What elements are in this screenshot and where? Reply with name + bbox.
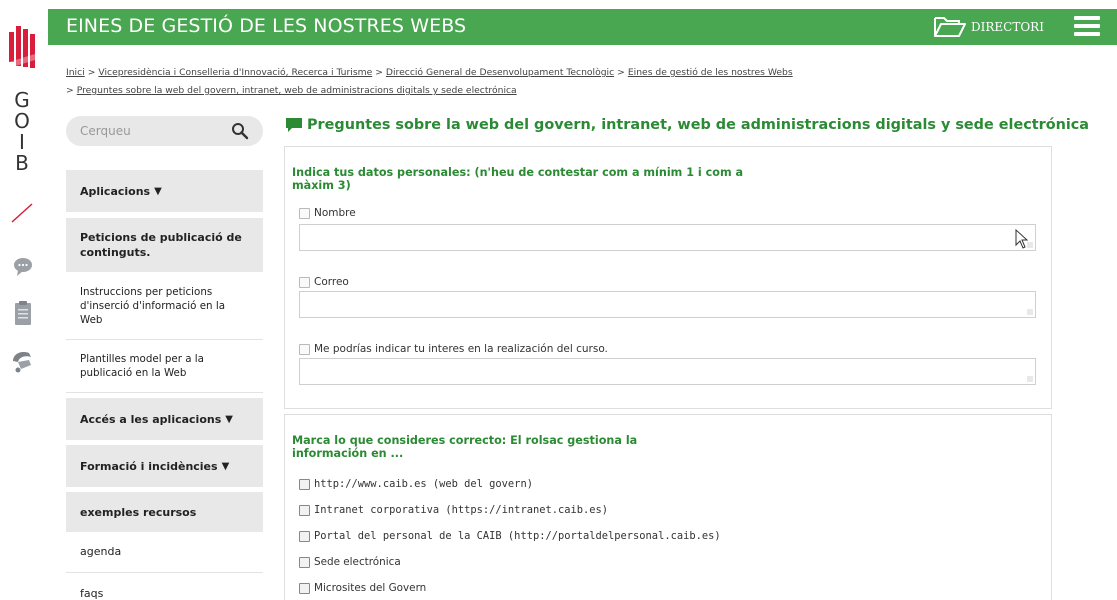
resize-handle-icon[interactable] <box>1027 309 1033 315</box>
panel-title: Marca lo que consideres correcto: El rol… <box>292 434 638 460</box>
mouse-cursor-icon <box>1015 229 1029 249</box>
option-label: Microsites del Govern <box>314 582 427 594</box>
breadcrumb-separator: > <box>87 67 96 78</box>
caret-down-icon: ▼ <box>225 413 233 425</box>
sidebar-item-label: Accés a les aplicacions <box>80 412 222 426</box>
option-checkbox[interactable] <box>299 556 310 568</box>
sidebar-item-faqs[interactable]: faqs <box>66 573 263 600</box>
sidebar-item-formacio[interactable]: Formació i incidències ▼ <box>66 445 263 487</box>
page-title: Preguntes sobre la web del govern, intra… <box>285 117 1089 133</box>
sidebar-item-aplicacions[interactable]: Aplicacions ▼ <box>66 170 263 212</box>
directory-label: DIRECTORI <box>971 20 1044 34</box>
interes-checkbox[interactable] <box>299 343 310 355</box>
breadcrumb-link-direccio[interactable]: Direcció General de Desenvolupament Tecn… <box>386 67 614 78</box>
option-checkbox[interactable] <box>299 582 310 594</box>
correo-textarea[interactable] <box>299 291 1036 318</box>
breadcrumb-separator: > <box>617 67 625 78</box>
nombre-field-label[interactable]: Nombre <box>299 207 356 219</box>
accessibility-icon[interactable] <box>9 347 37 375</box>
sidebar-item-label: exemples recursos <box>80 505 197 519</box>
goib-letter: G <box>14 88 30 112</box>
goib-letter: I <box>19 130 25 154</box>
breadcrumb-link-home[interactable]: Inici <box>66 67 85 78</box>
option-caib-web[interactable]: http://www.caib.es (web del govern) <box>299 478 533 490</box>
sidebar-item-plantilles[interactable]: Plantilles model per a la publicació en … <box>66 340 263 393</box>
option-portal-personal[interactable]: Portal del personal de la CAIB (http://p… <box>299 530 721 542</box>
field-label-text: Nombre <box>314 207 356 219</box>
site-header: EINES DE GESTIÓ DE LES NOSTRES WEBS DIRE… <box>48 9 1117 45</box>
sidebar-item-label: Instruccions per peticions d'inserció d'… <box>80 285 226 326</box>
folder-open-icon <box>934 17 966 37</box>
nombre-checkbox[interactable] <box>299 207 310 219</box>
goib-logo-icon[interactable] <box>9 26 37 72</box>
breadcrumb-link-eines[interactable]: Eines de gestió de les nostres Webs <box>628 67 793 78</box>
sidebar-item-label: agenda <box>80 545 122 558</box>
search-input[interactable] <box>80 122 230 140</box>
goib-wordmark: G O I B <box>0 90 44 174</box>
caret-down-icon: ▼ <box>154 185 162 197</box>
comment-icon <box>286 118 302 132</box>
goib-letter: B <box>15 151 29 175</box>
panel-title: Indica tus datos personales: (n'heu de c… <box>292 166 744 192</box>
page-title-text: Preguntes sobre la web del govern, intra… <box>307 117 1090 133</box>
personal-data-panel: Indica tus datos personales: (n'heu de c… <box>284 146 1052 409</box>
sidebar-item-peticions[interactable]: Peticions de publicació de continguts. <box>66 218 263 272</box>
caret-down-icon: ▼ <box>221 460 230 472</box>
breadcrumb-separator: > <box>66 85 74 96</box>
sidebar-item-label: Plantilles model per a la publicació en … <box>80 353 204 379</box>
option-sede-electronica[interactable]: Sede electrónica <box>299 556 401 568</box>
option-microsites[interactable]: Microsites del Govern <box>299 582 426 594</box>
option-checkbox[interactable] <box>299 530 310 542</box>
breadcrumb-link-current[interactable]: Preguntes sobre la web del govern, intra… <box>77 85 517 96</box>
sidebar-item-label: Formació i incidències <box>80 459 218 473</box>
resize-handle-icon[interactable] <box>1027 376 1033 382</box>
breadcrumb-link-conselleria[interactable]: Vicepresidència i Conselleria d'Innovaci… <box>98 67 372 78</box>
sidebar-item-instruccions[interactable]: Instruccions per peticions d'inserció d'… <box>66 272 263 340</box>
nombre-textarea[interactable] <box>299 224 1036 251</box>
field-label-text: Me podrías indicar tu interes en la real… <box>314 343 608 355</box>
breadcrumb: Inici > Vicepresidència i Conselleria d'In… <box>66 64 1066 100</box>
option-label: Intranet corporativa (https://intranet.c… <box>314 504 609 516</box>
option-label: Sede electrónica <box>314 556 401 568</box>
breadcrumb-separator: > <box>375 67 383 78</box>
directory-button[interactable]: DIRECTORI <box>933 13 1044 41</box>
rolsac-question-panel: Marca lo que consideres correcto: El rol… <box>284 414 1052 600</box>
field-label-text: Correo <box>314 276 349 288</box>
option-label: Portal del personal de la CAIB (http://p… <box>314 530 721 542</box>
interes-field-label[interactable]: Me podrías indicar tu interes en la real… <box>299 343 608 355</box>
slash-icon <box>11 203 33 223</box>
correo-field-label[interactable]: Correo <box>299 276 349 288</box>
clipboard-icon[interactable] <box>9 300 37 328</box>
interes-textarea[interactable] <box>299 358 1036 385</box>
hamburger-menu-icon[interactable] <box>1074 16 1100 38</box>
option-checkbox[interactable] <box>299 478 310 490</box>
goib-letter: O <box>14 109 30 133</box>
sidebar-item-exemples[interactable]: exemples recursos <box>66 492 263 532</box>
sidebar-item-agenda[interactable]: agenda <box>66 532 263 573</box>
sidebar-item-label: Peticions de publicació de continguts. <box>80 231 242 259</box>
option-checkbox[interactable] <box>299 504 310 516</box>
goib-rail: G O I B <box>0 0 48 600</box>
sidebar-item-label: faqs <box>80 586 104 600</box>
search-box <box>66 116 263 146</box>
sidebar-item-label: Aplicacions <box>80 184 151 198</box>
site-title: EINES DE GESTIÓ DE LES NOSTRES WEBS <box>66 15 467 37</box>
correo-checkbox[interactable] <box>299 276 310 288</box>
chat-bubble-icon[interactable] <box>9 253 37 281</box>
option-label: http://www.caib.es (web del govern) <box>314 478 533 490</box>
sidebar-item-acces[interactable]: Accés a les aplicacions ▼ <box>66 398 263 440</box>
option-intranet[interactable]: Intranet corporativa (https://intranet.c… <box>299 504 608 516</box>
search-icon[interactable] <box>231 122 249 140</box>
